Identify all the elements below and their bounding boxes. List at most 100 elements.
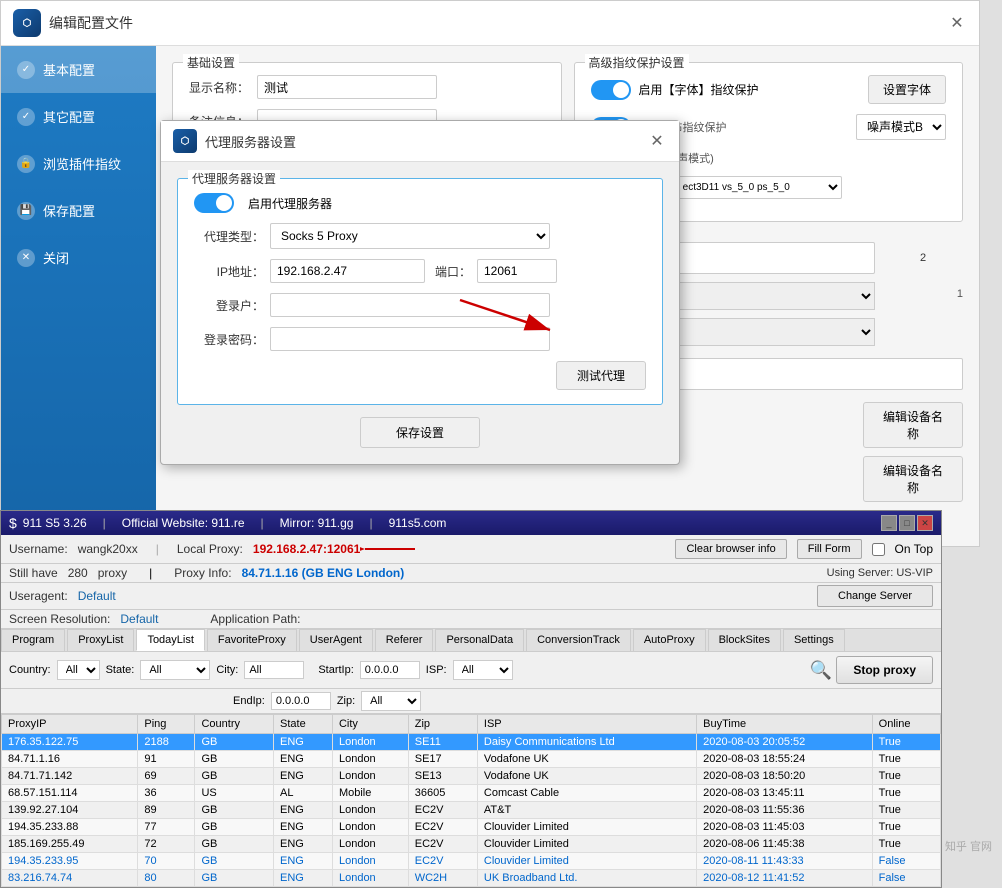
table-row[interactable]: 83.216.74.7480GBENGLondonWC2HUK Broadban… xyxy=(2,870,941,887)
city-input[interactable] xyxy=(244,661,304,679)
proxy-dialog-close-button[interactable]: ✕ xyxy=(647,131,667,151)
watermark: 知乎 官网 xyxy=(945,838,992,854)
table-row[interactable]: 68.57.151.11436USALMobile36605Comcast Ca… xyxy=(2,785,941,802)
browser-icon: 🔒 xyxy=(17,155,35,173)
sidebar-item-close[interactable]: ✕ 关闭 xyxy=(1,234,156,281)
table-row[interactable]: 84.71.1.1691GBENGLondonSE17Vodafone UK20… xyxy=(2,751,941,768)
tab-conversiontrack[interactable]: ConversionTrack xyxy=(526,629,631,651)
state-select[interactable]: All xyxy=(140,660,210,680)
fill-form-button[interactable]: Fill Form xyxy=(797,539,862,559)
tab-useragent[interactable]: UserAgent xyxy=(299,629,373,651)
username-input[interactable] xyxy=(270,293,550,317)
isp-select[interactable]: All xyxy=(453,660,513,680)
s5-title: 911 S5 3.26 xyxy=(23,516,87,530)
table-row[interactable]: 185.169.255.4972GBENGLondonEC2VClouvider… xyxy=(2,836,941,853)
ip-input[interactable] xyxy=(270,259,425,283)
country-select[interactable]: All xyxy=(57,660,100,680)
username-label: 登录户： xyxy=(194,297,264,314)
city-label: City: xyxy=(216,664,238,676)
ip-label: IP地址： xyxy=(194,263,264,280)
ip-port-row: IP地址： 端口： xyxy=(194,259,646,283)
table-row[interactable]: 176.35.122.752188GBENGLondonSE11Daisy Co… xyxy=(2,734,941,751)
proxy-settings-section-title: 代理服务器设置 xyxy=(188,170,280,187)
proxy-info-value: 84.71.1.16 (GB ENG London) xyxy=(242,566,405,580)
proxy-dialog-titlebar: ⬡ 代理服务器设置 ✕ xyxy=(161,121,679,162)
tab-favoriteproxy[interactable]: FavoriteProxy xyxy=(207,629,297,651)
proxy-table: ProxyIP Ping Country State City Zip ISP … xyxy=(1,714,941,887)
tab-proxylist[interactable]: ProxyList xyxy=(67,629,134,651)
enable-proxy-label: 启用代理服务器 xyxy=(248,195,332,212)
sidebar-item-browser[interactable]: 🔒 浏览插件指纹 xyxy=(1,140,156,187)
basic-config-icon: ✓ xyxy=(17,61,35,79)
using-server: Using Server: US-VIP xyxy=(827,567,933,579)
tab-settings[interactable]: Settings xyxy=(783,629,845,651)
startip-input[interactable] xyxy=(360,661,420,679)
tab-todaylist[interactable]: TodayList xyxy=(136,629,204,651)
tab-personaldata[interactable]: PersonalData xyxy=(435,629,524,651)
sidebar-item-other[interactable]: ✓ 其它配置 xyxy=(1,93,156,140)
tab-referer[interactable]: Referer xyxy=(375,629,434,651)
editor-titlebar: ⬡ 编辑配置文件 ✕ xyxy=(1,1,979,46)
s5-info-bar-3: Useragent: Default Change Server xyxy=(1,583,941,610)
tab-autoproxy[interactable]: AutoProxy xyxy=(633,629,706,651)
display-name-row: 显示名称： xyxy=(189,75,545,99)
table-row[interactable]: 139.92.27.10489GBENGLondonEC2VAT&T2020-0… xyxy=(2,802,941,819)
port-input[interactable] xyxy=(477,259,557,283)
s5-filter-bar-2: EndIp: Zip: All xyxy=(1,689,941,714)
table-row[interactable]: 194.35.233.8877GBENGLondonEC2VClouvider … xyxy=(2,819,941,836)
proxy-type-select[interactable]: Socks 5 Proxy HTTP Proxy HTTPS Proxy xyxy=(270,223,550,249)
clear-browser-info-button[interactable]: Clear browser info xyxy=(675,539,786,559)
endip-input[interactable] xyxy=(271,692,331,710)
s5-alt-site: 911s5.com xyxy=(389,516,447,530)
s5-window: $ 911 S5 3.26 | Official Website: 911.re… xyxy=(0,510,942,888)
noise-mode-select[interactable]: 噪声模式B xyxy=(856,114,946,140)
table-row[interactable]: 194.35.233.9570GBENGLondonEC2VClouvider … xyxy=(2,853,941,870)
enable-proxy-toggle[interactable] xyxy=(194,193,234,213)
col-country: Country xyxy=(195,715,274,734)
display-name-input[interactable] xyxy=(257,75,437,99)
font-toggle[interactable] xyxy=(591,80,631,100)
change-server-button[interactable]: Change Server xyxy=(817,585,933,607)
s5-close-btn[interactable]: ✕ xyxy=(917,515,933,531)
s5-minimize-btn[interactable]: _ xyxy=(881,515,897,531)
tab-program[interactable]: Program xyxy=(1,629,65,651)
table-row[interactable]: 84.71.71.14269GBENGLondonSE13Vodafone UK… xyxy=(2,768,941,785)
editor-close-button[interactable]: ✕ xyxy=(947,13,967,33)
set-font-button[interactable]: 设置字体 xyxy=(868,75,946,104)
port-label: 端口： xyxy=(431,263,471,280)
close-icon: ✕ xyxy=(17,249,35,267)
search-icon[interactable]: 🔍 xyxy=(810,660,832,681)
zip-select[interactable]: All xyxy=(361,691,421,711)
on-top-label: On Top xyxy=(895,542,933,556)
useragent-label: Useragent: xyxy=(9,589,68,603)
save-settings-button[interactable]: 保存设置 xyxy=(360,417,480,448)
username-value: wangk20xx xyxy=(78,542,138,556)
test-proxy-button[interactable]: 测试代理 xyxy=(556,361,646,390)
col-isp: ISP xyxy=(477,715,696,734)
password-label: 登录密码： xyxy=(194,331,264,348)
col-proxyip: ProxyIP xyxy=(2,715,138,734)
password-input[interactable] xyxy=(270,327,550,351)
enable-font-label: 启用【字体】指纹保护 xyxy=(639,81,759,98)
sidebar-item-save[interactable]: 💾 保存配置 xyxy=(1,187,156,234)
sidebar-item-other-label: 其它配置 xyxy=(43,107,95,126)
endip-label: EndIp: xyxy=(233,695,265,707)
proxy-dialog-body: 代理服务器设置 启用代理服务器 代理类型： Socks 5 Proxy HTTP… xyxy=(161,162,679,464)
stop-proxy-button[interactable]: Stop proxy xyxy=(836,656,933,684)
s5-info-bar-2: Still have 280 proxy | Proxy Info: 84.71… xyxy=(1,564,941,583)
editor-title: 编辑配置文件 xyxy=(49,13,939,33)
col-buytime: BuyTime xyxy=(697,715,873,734)
state-label: State: xyxy=(106,664,135,676)
still-have-label: Still have xyxy=(9,566,58,580)
sidebar-item-basic[interactable]: ✓ 基本配置 xyxy=(1,46,156,93)
edit-device-name-btn-1[interactable]: 编辑设备名称 xyxy=(863,402,963,448)
col-zip: Zip xyxy=(408,715,477,734)
s5-maximize-btn[interactable]: □ xyxy=(899,515,915,531)
edit-device-name-btn-2[interactable]: 编辑设备名称 xyxy=(863,456,963,502)
local-proxy-label: Local Proxy: xyxy=(177,542,243,556)
advanced-settings-title: 高级指纹保护设置 xyxy=(585,54,689,71)
on-top-checkbox[interactable] xyxy=(872,543,885,556)
device3d-select[interactable]: ect3D11 vs_5_0 ps_5_0 xyxy=(672,176,842,199)
tab-blocksites[interactable]: BlockSites xyxy=(708,629,781,651)
sidebar-item-save-label: 保存配置 xyxy=(43,201,95,220)
